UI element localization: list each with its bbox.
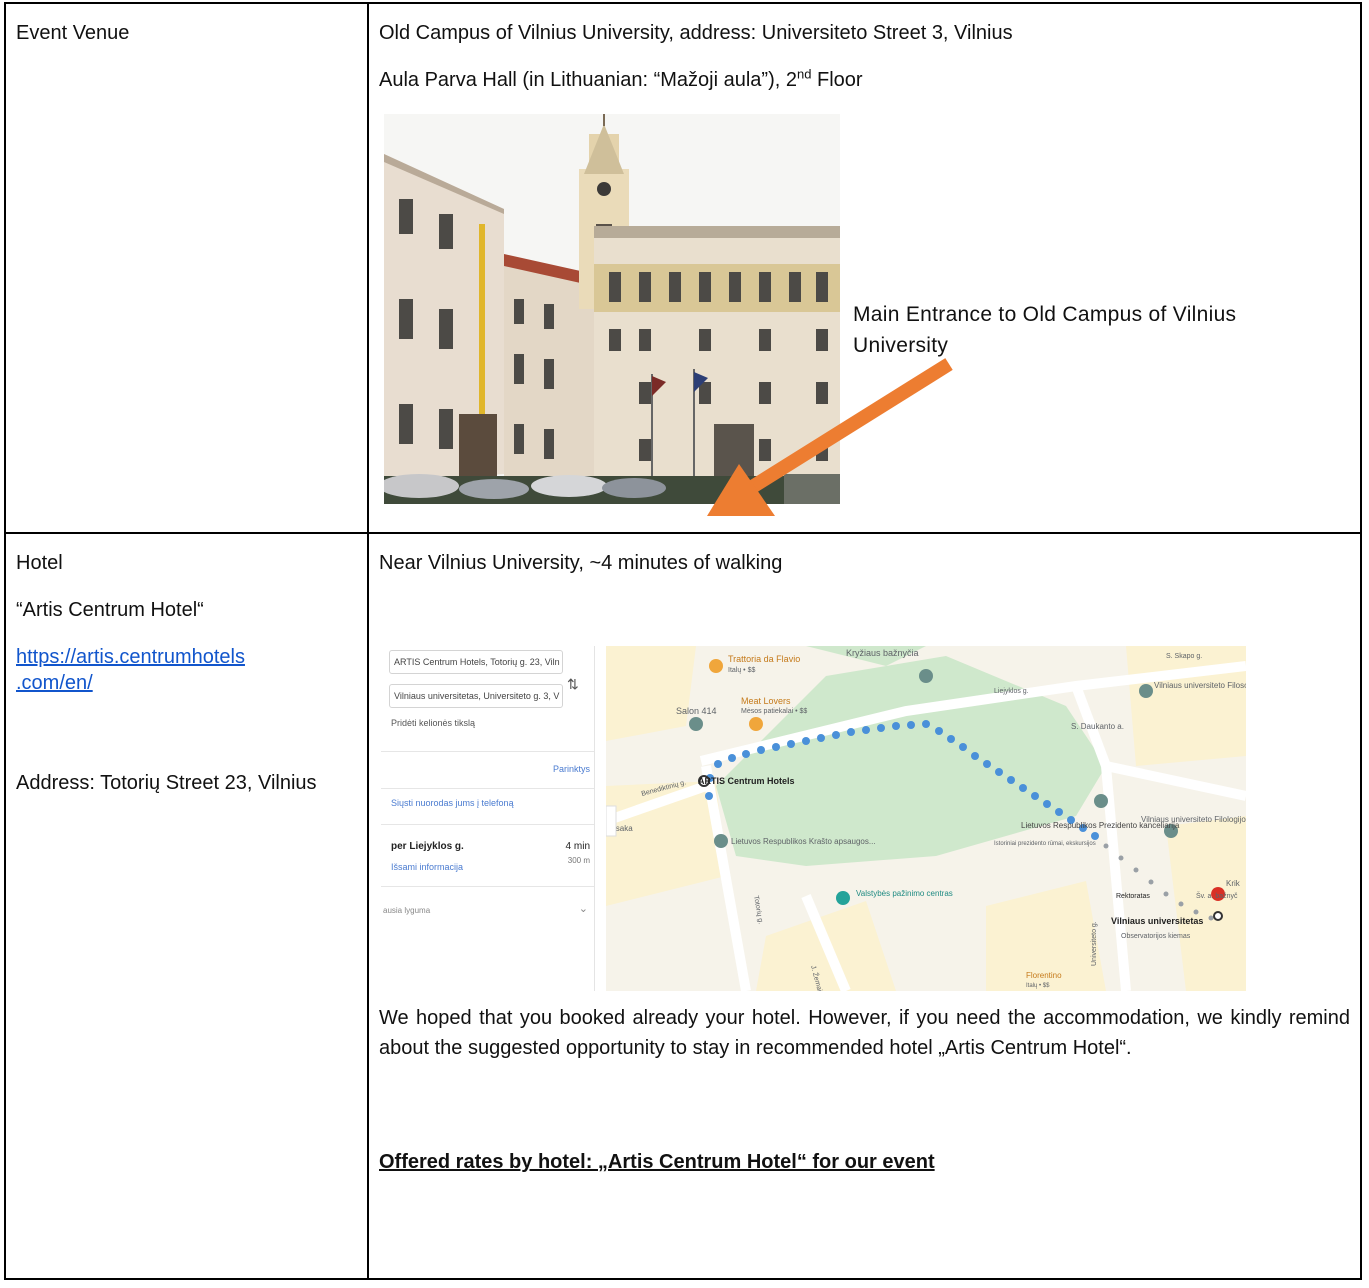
hotel-body-text: We hoped that you booked already your ho… [379,1007,1350,1059]
place-baznycia: Šv. a. bažnyč [1196,891,1238,900]
place-daukanto: S. Daukanto a. [1071,722,1124,731]
hotel-url-part2[interactable]: .com/en/ [16,672,93,694]
floor-superscript: nd [796,66,812,82]
expand-chevron-icon[interactable]: ⌄ [579,902,588,915]
place-prezidentura-sub: Istoriniai prezidento rūmai, ekskursijos [994,841,1096,847]
venue-content-cell: Old Campus of Vilnius University, addres… [367,2,1362,534]
place-florentino: Florentino [1026,971,1062,980]
place-salon: Salon 414 [676,706,717,716]
place-meat-sub: Mėsos patiekalai • $$ [741,708,807,715]
venue-row: Event Venue Old Campus of Vilnius Univer… [4,2,1362,534]
info-table: Event Venue Old Campus of Vilnius Univer… [4,2,1362,1280]
details-link[interactable]: Išsami informacija [391,862,463,872]
street-universiteto: Universiteto g. [1091,921,1098,966]
hotel-label: Hotel [16,552,63,574]
hotel-label-cell: Hotel “Artis Centrum Hotel“ https://arti… [4,532,369,1280]
place-florentino-sub: Italų • $$ [1026,983,1050,989]
place-isaka: isaka [614,824,633,833]
hotel-content-cell: Near Vilnius University, ~4 minutes of w… [367,532,1362,1280]
directions-panel: ARTIS Centrum Hotels, Totorių g. 23, Vil… [381,646,595,991]
hotel-name: “Artis Centrum Hotel“ [16,599,204,621]
place-krik: Krik [1226,879,1241,888]
swap-routes-icon[interactable]: ⇅ [567,676,579,693]
place-hotel: ARTIS Centrum Hotels [698,776,795,786]
route-from-input[interactable]: ARTIS Centrum Hotels, Totorių g. 23, Vil… [389,650,563,674]
venue-label-cell: Event Venue [4,2,369,534]
map-graphic: Trattoria da Flavio Italų • $$ Kryžiaus … [606,646,1246,991]
hotel-address: Address: Totorių Street 23, Vilnius [16,772,317,794]
place-valstybes: Valstybės pažinimo centras [856,889,953,898]
hotel-row: Hotel “Artis Centrum Hotel“ https://arti… [4,532,1362,1280]
panel-bottom-text: ausia lyguma [383,906,431,915]
rates-heading: Offered rates by hotel: „Artis Centrum H… [379,1151,935,1173]
route-time: 4 min [565,841,590,852]
venue-photo-area: Main Entrance to Old Campus of Vilnius U… [379,114,1350,516]
route-distance: 300 m [567,856,590,865]
street-liejyklos: Liejyklos g. [994,688,1029,695]
place-trattoria-sub: Italų • $$ [728,667,755,674]
place-filosofijos: Vilniaus universiteto Filosofijos fakult… [1154,681,1246,690]
route-via: per Liejyklos g. [391,841,464,852]
add-destination[interactable]: Pridėti kelionės tikslą [391,718,475,728]
place-observatorijos: Observatorijos kiemas [1121,933,1191,940]
venue-hall: Aula Parva Hall (in Lithuanian: “Mažoji … [379,67,1350,93]
entrance-arrow-icon [707,358,953,516]
street-skapo: S. Skapo g. [1166,653,1202,660]
place-trattoria: Trattoria da Flavio [728,654,800,664]
place-krasto: Lietuvos Respublikos Krašto apsaugos... [731,837,876,846]
place-meat-lovers: Meat Lovers [741,696,791,706]
venue-label: Event Venue [16,22,130,44]
route-to-input[interactable]: Vilniaus universitetas, Universiteto g. … [389,684,563,708]
options-link[interactable]: Parinktys [553,764,590,774]
map-view[interactable]: Trattoria da Flavio Italų • $$ Kryžiaus … [606,646,1246,991]
route-map-screenshot: ARTIS Centrum Hotels, Totorių g. 23, Vil… [379,646,1350,991]
send-to-phone-link[interactable]: Siųsti nuorodas jums į telefoną [391,798,514,808]
venue-hall-floor: Floor [811,69,863,91]
place-rektoratas: Rektoratas [1116,893,1150,900]
hotel-url-part1[interactable]: https://artis.centrumhotels [16,646,245,668]
hotel-url-link[interactable]: https://artis.centrumhotels .com/en/ [16,646,245,694]
place-kryziaus: Kryžiaus bažnyčia [846,648,919,658]
place-vu: Vilniaus universitetas [1111,916,1203,926]
venue-hall-text: Aula Parva Hall (in Lithuanian: “Mažoji … [379,69,797,91]
venue-address: Old Campus of Vilnius University, addres… [379,22,1013,44]
hotel-link[interactable]: https://artis.centrumhotels .com/en/ [16,644,357,696]
place-filologijos: Vilniaus universiteto Filologijos fakult… [1141,815,1246,824]
hotel-walk-note: Near Vilnius University, ~4 minutes of w… [379,552,783,574]
